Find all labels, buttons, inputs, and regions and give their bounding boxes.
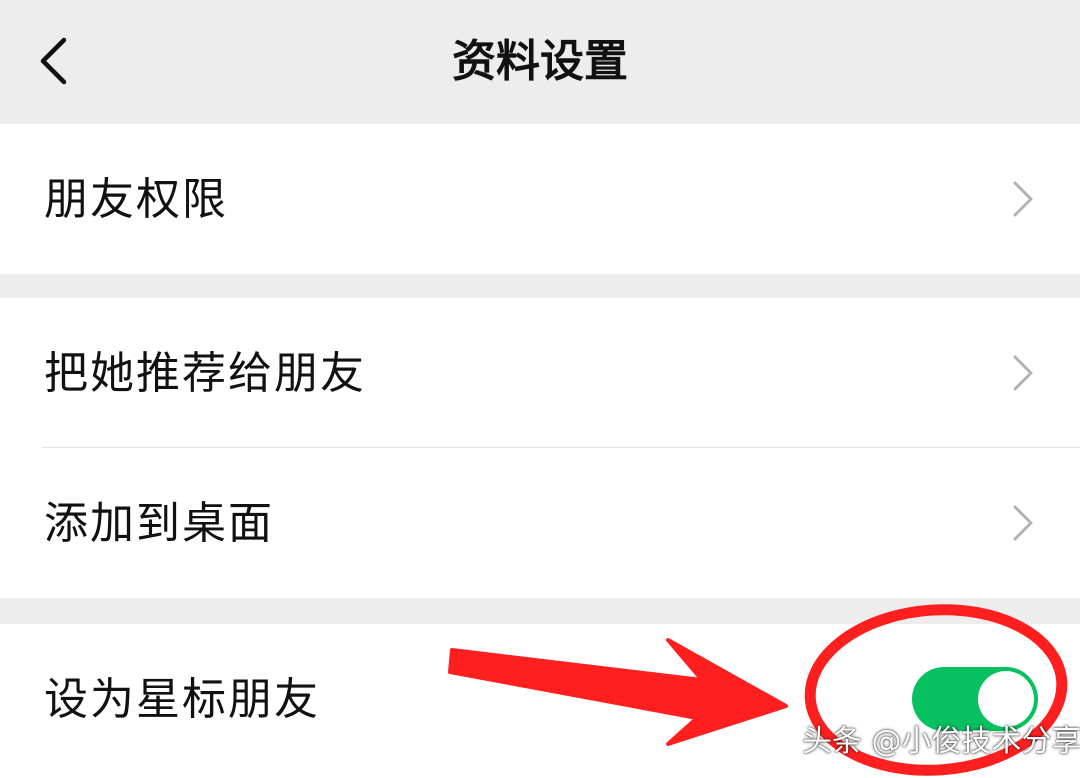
chevron-right-icon <box>1013 355 1033 391</box>
row-friend-permissions[interactable]: 朋友权限 <box>0 124 1080 274</box>
settings-group-share: 把她推荐给朋友 添加到桌面 <box>0 298 1080 598</box>
watermark: 头条 @小俊技术分享 <box>802 724 1080 759</box>
row-label: 朋友权限 <box>44 174 228 225</box>
row-label: 把她推荐给朋友 <box>44 348 366 399</box>
toggle-knob <box>978 671 1034 727</box>
settings-group-permissions: 朋友权限 <box>0 124 1080 274</box>
row-label: 添加到桌面 <box>44 498 274 549</box>
nav-bar: 资料设置 <box>0 0 1080 124</box>
page-title: 资料设置 <box>452 36 628 87</box>
row-add-to-desktop[interactable]: 添加到桌面 <box>0 448 1080 598</box>
chevron-right-icon <box>1013 505 1033 541</box>
row-recommend-to-friend[interactable]: 把她推荐给朋友 <box>0 298 1080 448</box>
chevron-right-icon <box>1013 181 1033 217</box>
row-label: 设为星标朋友 <box>44 674 320 725</box>
